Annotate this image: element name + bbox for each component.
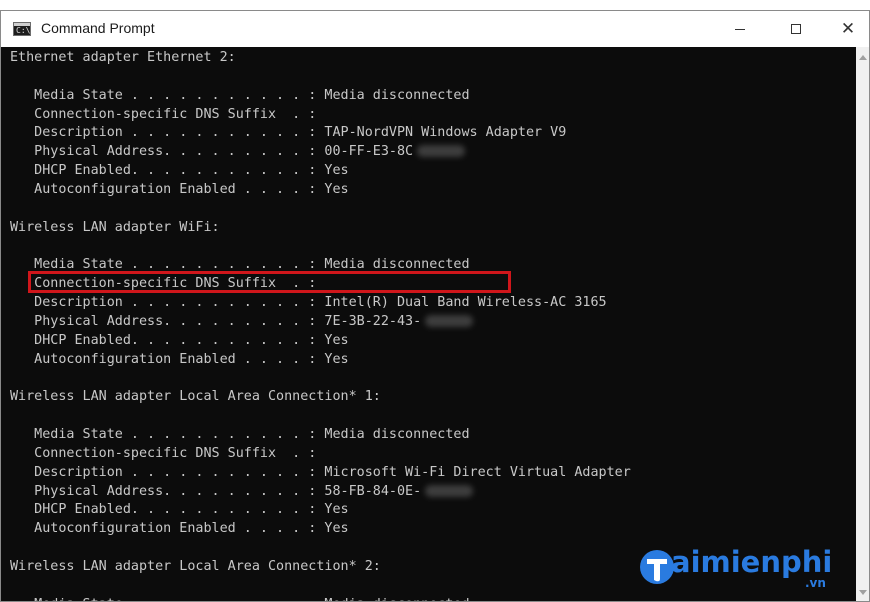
console-line: Physical Address. . . . . . . . . : 7E-3… bbox=[10, 312, 474, 331]
watermark-logo: aimienphi .vn bbox=[635, 543, 835, 601]
console-line: Physical Address. . . . . . . . . : 58-F… bbox=[10, 482, 474, 501]
scroll-up-arrow-icon[interactable] bbox=[859, 55, 867, 60]
console-line: Physical Address. . . . . . . . . : 00-F… bbox=[10, 142, 466, 161]
watermark-logo-icon bbox=[640, 550, 674, 584]
console-line: Connection-specific DNS Suffix . : bbox=[10, 106, 317, 122]
redacted-mac-segment bbox=[425, 484, 474, 497]
console-line: Wireless LAN adapter Local Area Connecti… bbox=[10, 558, 381, 574]
console-line: Autoconfiguration Enabled . . . . : Yes bbox=[10, 351, 349, 367]
console-line: Description . . . . . . . . . . . : Inte… bbox=[10, 295, 607, 311]
window-title: Command Prompt bbox=[41, 20, 155, 36]
console-line: Media State . . . . . . . . . . . : Medi… bbox=[10, 87, 470, 103]
scroll-down-arrow-icon[interactable] bbox=[859, 590, 867, 595]
console-line: Ethernet adapter Ethernet 2: bbox=[10, 50, 236, 65]
close-button[interactable]: ✕ bbox=[825, 11, 869, 47]
console-line: Autoconfiguration Enabled . . . . : Yes bbox=[10, 181, 349, 197]
redacted-mac-segment bbox=[425, 314, 474, 327]
console-line: Connection-specific DNS Suffix . : bbox=[10, 445, 317, 461]
console-line: Wireless LAN adapter Local Area Connecti… bbox=[10, 389, 381, 405]
console-line: Description . . . . . . . . . . . : Micr… bbox=[10, 464, 631, 480]
watermark-text: aimienphi bbox=[671, 545, 833, 579]
watermark-suffix: .vn bbox=[805, 576, 826, 590]
minimize-button[interactable] bbox=[717, 11, 763, 47]
console-line: DHCP Enabled. . . . . . . . . . . : Yes bbox=[10, 163, 349, 179]
console-line: Autoconfiguration Enabled . . . . : Yes bbox=[10, 521, 349, 537]
physical-address-highlight-box bbox=[28, 271, 511, 293]
command-prompt-window: C:\ Command Prompt ✕ Ethernet adapter Et… bbox=[0, 10, 870, 602]
minimize-icon bbox=[735, 28, 745, 30]
console-line: DHCP Enabled. . . . . . . . . . . : Yes bbox=[10, 332, 349, 348]
console-line: Description . . . . . . . . . . . : TAP-… bbox=[10, 125, 567, 141]
maximize-button[interactable] bbox=[773, 11, 819, 47]
redacted-mac-segment bbox=[417, 145, 466, 158]
console-line: Media State . . . . . . . . . . . : Medi… bbox=[10, 595, 469, 601]
cmd-icon-glyph: C:\ bbox=[16, 26, 31, 35]
close-icon: ✕ bbox=[840, 18, 856, 39]
console-line: Wireless LAN adapter WiFi: bbox=[10, 219, 220, 235]
vertical-scrollbar[interactable] bbox=[856, 47, 869, 601]
console-line: Media State . . . . . . . . . . . : Medi… bbox=[10, 427, 470, 442]
cmd-icon: C:\ bbox=[13, 22, 31, 36]
title-bar[interactable]: C:\ Command Prompt ✕ bbox=[1, 11, 869, 47]
console-line: DHCP Enabled. . . . . . . . . . . : Yes bbox=[10, 502, 349, 518]
console-output[interactable]: Ethernet adapter Ethernet 2: Media State… bbox=[1, 47, 856, 601]
maximize-icon bbox=[791, 24, 801, 34]
